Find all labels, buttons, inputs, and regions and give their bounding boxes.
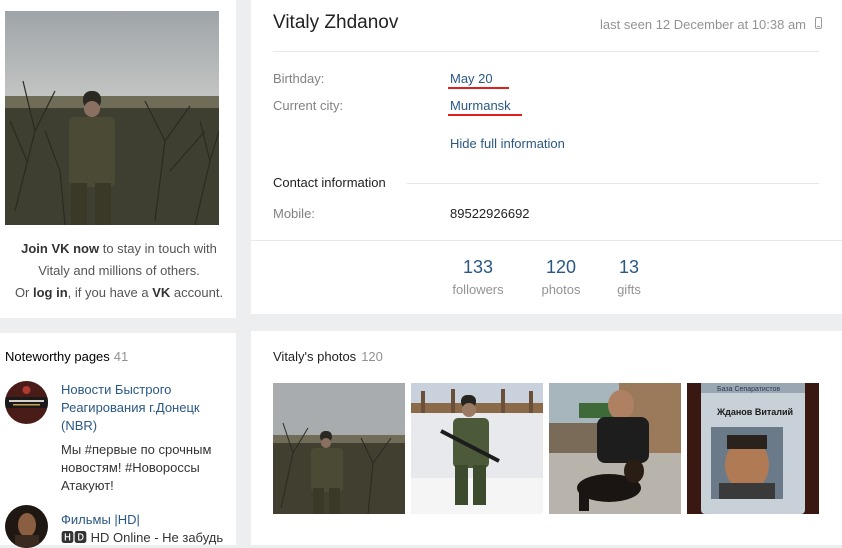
page-description: 🅷🅳 HD Online - Не забудь	[61, 530, 224, 545]
stat-label: gifts	[617, 282, 641, 297]
stat-gifts[interactable]: 13 gifts	[611, 257, 647, 297]
photo-thumbnail[interactable]	[549, 383, 681, 514]
login-link[interactable]: log in	[33, 285, 68, 300]
photo-thumbnail[interactable]	[273, 383, 405, 514]
city-red-underline	[448, 114, 522, 116]
mobile-phone-icon	[815, 17, 822, 29]
join-invitation: Join VK now to stay in touch with Vitaly…	[0, 238, 238, 304]
divider	[407, 183, 819, 184]
photos-card: Vitaly's photos 120 База Сепаратистов Жд…	[251, 331, 842, 545]
vk-brand-text: VK	[152, 285, 171, 300]
noteworthy-pages-count: 41	[113, 349, 129, 364]
mobile-label: Mobile:	[273, 206, 315, 221]
page-avatar[interactable]	[5, 505, 48, 548]
birthday-red-underline	[448, 87, 509, 89]
join-vk-link[interactable]: Join VK now	[21, 241, 99, 256]
page-avatar[interactable]	[5, 381, 48, 424]
photos-title: Vitaly's photos	[273, 349, 357, 364]
page-title-link[interactable]: Новости Быстрого Реагирования г.Донецк (…	[61, 381, 231, 435]
noteworthy-pages-title: Noteworthy pages	[5, 349, 110, 364]
join-text-or: Or	[14, 285, 33, 300]
profile-info-card: Vitaly Zhdanov last seen 12 December at …	[251, 0, 842, 314]
stat-photos[interactable]: 120 photos	[535, 257, 587, 297]
photo-thumbnail[interactable]: База Сепаратистов Жданов Виталий	[687, 383, 819, 514]
join-text-middle: , if you have a	[67, 285, 153, 300]
last-seen-status: last seen 12 December at 10:38 am	[600, 17, 806, 32]
stat-number: 13	[618, 257, 640, 277]
stat-label: followers	[452, 282, 504, 297]
contact-information-heading: Contact information	[273, 175, 386, 190]
noteworthy-pages-header[interactable]: Noteworthy pages 41	[5, 349, 128, 364]
photos-count: 120	[361, 349, 383, 364]
stat-number: 120	[545, 257, 577, 277]
page-description: Мы #первые по срочным новостям! #Новорос…	[61, 442, 212, 493]
screenshot-name-text: Жданов Виталий	[717, 407, 794, 417]
noteworthy-pages-card: Noteworthy pages 41 Новости Быстрого Реаг…	[0, 333, 236, 548]
profile-name: Vitaly Zhdanov	[273, 12, 399, 33]
join-text-line1: to stay in touch with	[99, 241, 217, 256]
birthday-link[interactable]: May 20	[450, 71, 493, 86]
noteworthy-page-item: Новости Быстрого Реагирования г.Донецк (…	[5, 381, 233, 493]
stat-number: 133	[462, 257, 494, 277]
divider	[251, 240, 842, 241]
divider	[273, 51, 819, 52]
noteworthy-page-item: Фильмы |HD| 🅷🅳 HD Online - Не забудь	[5, 505, 233, 548]
join-text-end: account.	[170, 285, 224, 300]
birthday-label: Birthday:	[273, 71, 325, 86]
profile-sidebar-card: Join VK now to stay in touch with Vitaly…	[0, 0, 236, 318]
join-text-line2: Vitaly and millions of others.	[38, 263, 200, 278]
city-link[interactable]: Murmansk	[450, 98, 511, 113]
screenshot-header-text: База Сепаратистов	[717, 386, 781, 393]
stat-followers[interactable]: 133 followers	[449, 257, 507, 297]
profile-avatar[interactable]	[5, 11, 219, 225]
city-label: Current city:	[273, 98, 344, 113]
photo-thumbnail[interactable]	[411, 383, 543, 514]
mobile-number: 89522926692	[450, 206, 530, 221]
hide-full-information-link[interactable]: Hide full information	[450, 136, 565, 151]
page-title-link[interactable]: Фильмы |HD|	[61, 511, 231, 529]
stat-label: photos	[541, 282, 581, 297]
photos-header[interactable]: Vitaly's photos 120	[273, 349, 383, 364]
